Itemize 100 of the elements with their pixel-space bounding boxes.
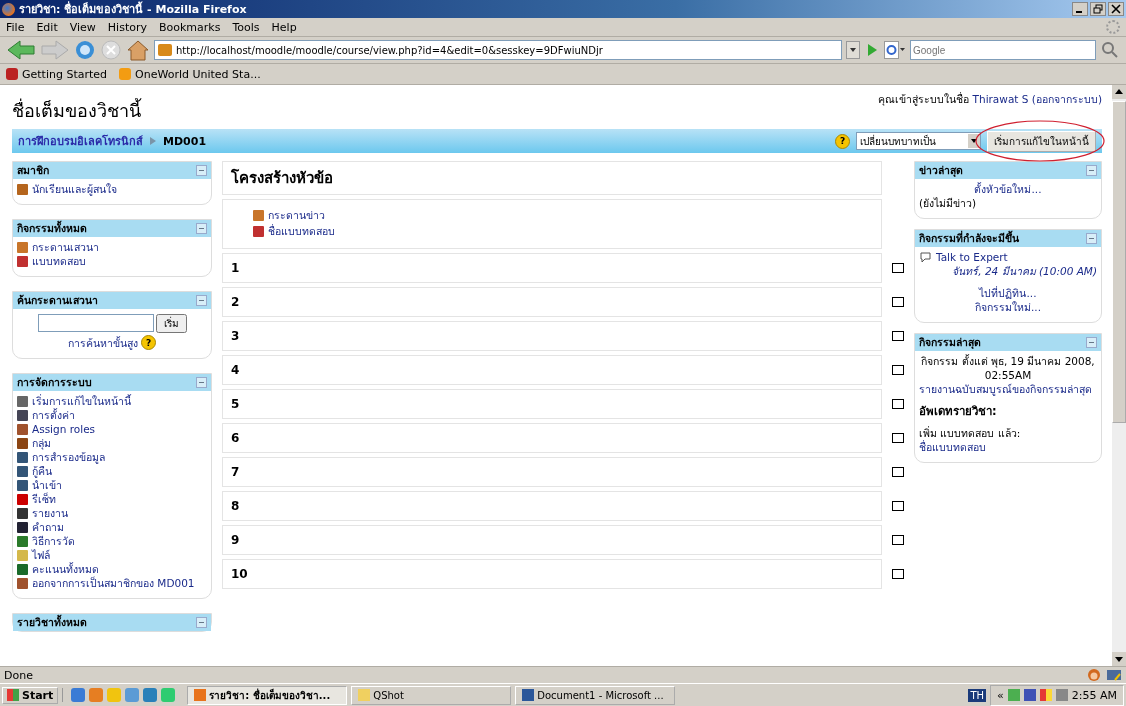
- scroll-down-icon[interactable]: [1112, 652, 1126, 666]
- home-icon[interactable]: [126, 39, 150, 61]
- logout-link[interactable]: (ออกจากระบบ): [1031, 93, 1102, 105]
- language-indicator[interactable]: TH: [968, 688, 987, 702]
- role-select[interactable]: เปลี่ยนบทบาทเป็น: [856, 132, 981, 150]
- close-icon[interactable]: [1108, 2, 1124, 16]
- block-link[interactable]: รีเซ็ท: [32, 492, 56, 506]
- breadcrumb-link[interactable]: การฝึกอบรมอิเลคโทรนิกส์: [18, 132, 143, 150]
- block-link[interactable]: การสำรองข้อมูล: [32, 450, 105, 464]
- reload-icon[interactable]: [74, 39, 96, 61]
- help-icon[interactable]: ?: [835, 133, 850, 149]
- block-link[interactable]: นักเรียนและผู้สนใจ: [32, 182, 117, 196]
- expand-tray-button[interactable]: «: [997, 688, 1004, 702]
- block-link[interactable]: การตั้งค่า: [32, 408, 75, 422]
- item-icon: [17, 535, 28, 547]
- block-link[interactable]: รายงาน: [32, 506, 68, 520]
- screen-icon[interactable]: [1106, 668, 1122, 682]
- user-link[interactable]: Thirawat S: [972, 93, 1029, 105]
- advanced-search-link[interactable]: การค้นหาขั้นสูง: [68, 335, 138, 350]
- block-title: กิจกรรมล่าสุด: [919, 335, 981, 350]
- new-topic-link[interactable]: ตั้งหัวข้อใหม่...: [974, 183, 1042, 195]
- show-section-icon[interactable]: [892, 263, 904, 273]
- block-link[interactable]: เริ่มการแก้ไขในหน้านี้: [32, 394, 131, 408]
- menu-item[interactable]: History: [107, 20, 147, 34]
- quick-launch-icon[interactable]: [143, 688, 158, 702]
- topics-heading: โครงสร้างหัวข้อ: [231, 168, 334, 189]
- menu-item[interactable]: File: [6, 20, 25, 34]
- block-link[interactable]: Assign roles: [32, 422, 96, 436]
- search-field[interactable]: Google: [910, 40, 1096, 60]
- collapse-icon[interactable]: [1086, 233, 1097, 244]
- section-number: 7: [231, 465, 240, 479]
- collapse-icon[interactable]: [196, 377, 207, 388]
- search-icon[interactable]: [1100, 40, 1120, 60]
- search-field[interactable]: [37, 314, 154, 332]
- collapse-icon[interactable]: [196, 223, 207, 234]
- section-number: 1: [231, 261, 240, 275]
- taskbar-button[interactable]: Document1 - Microsoft ...: [515, 685, 676, 705]
- show-section-icon[interactable]: [892, 297, 904, 307]
- item-icon: [17, 549, 28, 561]
- show-section-icon[interactable]: [892, 467, 904, 477]
- section-number: 6: [231, 431, 240, 445]
- block-link[interactable]: กลุ่ม: [32, 436, 51, 450]
- menu-item[interactable]: Edit: [36, 20, 58, 34]
- edit-mode-button[interactable]: เริ่มการแก้ไขในหน้านี้: [987, 130, 1096, 152]
- block-link[interactable]: แบบทดสอบ: [32, 254, 86, 268]
- scrollbar[interactable]: [1112, 85, 1126, 666]
- calendar-link[interactable]: ไปที่ปฏิทิน...: [979, 287, 1037, 299]
- block-link[interactable]: คำถาม: [32, 520, 64, 534]
- section-number: 10: [231, 567, 248, 581]
- collapse-icon[interactable]: [1086, 165, 1097, 176]
- activity-link[interactable]: กระดานข่าว: [268, 208, 325, 222]
- dropdown-icon[interactable]: [846, 41, 860, 59]
- show-section-icon[interactable]: [892, 433, 904, 443]
- block-title: สมาชิก: [17, 163, 49, 178]
- show-section-icon[interactable]: [892, 535, 904, 545]
- scroll-up-icon[interactable]: [1112, 85, 1126, 99]
- help-icon[interactable]: ?: [141, 335, 156, 350]
- course-title: ชื่อเต็มของวิชานี้: [12, 99, 141, 123]
- menu-item[interactable]: Tools: [232, 20, 260, 34]
- collapse-icon[interactable]: [196, 617, 207, 628]
- collapse-icon[interactable]: [196, 165, 207, 176]
- start-button[interactable]: Start: [2, 686, 59, 704]
- menu-item[interactable]: Bookmarks: [159, 20, 221, 34]
- collapse-icon[interactable]: [196, 295, 207, 306]
- bookmark-item[interactable]: OneWorld United Sta...: [119, 67, 261, 81]
- block-link[interactable]: นำเข้า: [32, 478, 62, 492]
- search-engine-icon[interactable]: [884, 41, 906, 59]
- menu-item[interactable]: Help: [271, 20, 297, 34]
- collapse-icon[interactable]: [1086, 337, 1097, 348]
- event-link[interactable]: Talk to Expert: [936, 250, 1008, 264]
- quick-launch-icon[interactable]: [71, 688, 86, 702]
- block-link[interactable]: ออกจากการเป็นสมาชิกของ MD001: [32, 576, 195, 590]
- restore-icon[interactable]: [1090, 2, 1106, 16]
- bookmark-item[interactable]: Getting Started: [6, 67, 108, 81]
- show-section-icon[interactable]: [892, 365, 904, 375]
- show-section-icon[interactable]: [892, 501, 904, 511]
- block-link[interactable]: วิธีการวัด: [32, 534, 75, 548]
- block-link[interactable]: ไฟล์: [32, 548, 50, 562]
- block-link[interactable]: คะแนนทั้งหมด: [32, 562, 99, 576]
- flag-icon[interactable]: [1039, 689, 1052, 701]
- show-section-icon[interactable]: [892, 399, 904, 409]
- back-icon[interactable]: [6, 39, 36, 61]
- item-icon: [17, 241, 28, 253]
- menu-item[interactable]: View: [69, 20, 96, 34]
- show-section-icon[interactable]: [892, 569, 904, 579]
- taskbar-button[interactable]: QShot: [351, 685, 512, 705]
- block-link[interactable]: กระดานเสวนา: [32, 240, 99, 254]
- throbber-icon: [1106, 20, 1120, 34]
- show-section-icon[interactable]: [892, 331, 904, 341]
- quiz-link[interactable]: ชื่อแบบทดสอบ: [919, 440, 1097, 454]
- full-report-link[interactable]: รายงานฉบับสมบูรณ์ของกิจกรรมล่าสุด: [919, 382, 1097, 396]
- address-field[interactable]: http://localhost/moodle/moodle/course/view.php?id=4&edit=0&sesskey=9DFwiuNDjr: [154, 40, 842, 60]
- calendar-link[interactable]: กิจกรรมใหม่...: [975, 301, 1041, 313]
- search-button[interactable]: เริ่ม: [155, 314, 187, 333]
- taskbar-button[interactable]: รายวิชา: ชื่อเต็มของวิชา...: [187, 685, 348, 705]
- breadcrumb-current: MD001: [163, 134, 207, 148]
- minimize-icon[interactable]: [1072, 2, 1088, 16]
- quick-launch-icon[interactable]: [125, 688, 140, 702]
- activity-link[interactable]: ชื่อแบบทดสอบ: [268, 224, 335, 238]
- block-link[interactable]: กู้คืน: [32, 464, 52, 478]
